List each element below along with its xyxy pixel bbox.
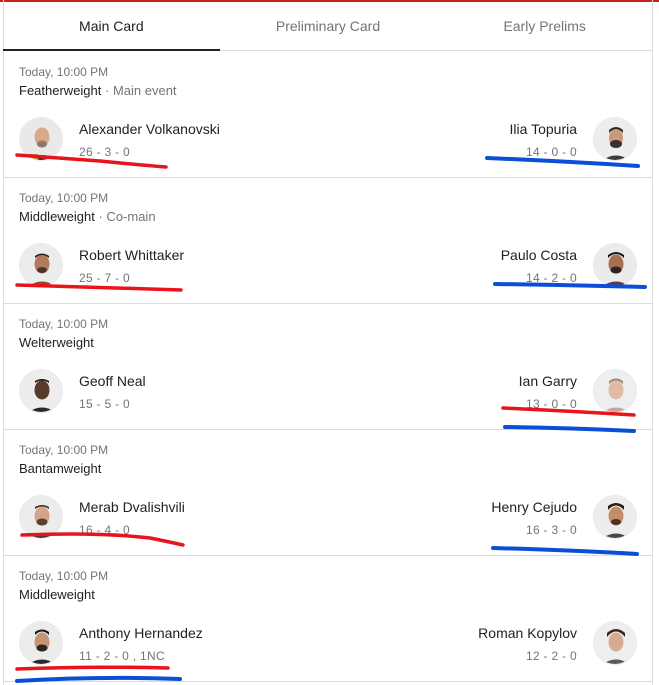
fighter-name: Geoff Neal (79, 373, 146, 389)
fighter-name: Robert Whittaker (79, 247, 185, 263)
fight-time: Today, 10:00 PM (19, 317, 109, 331)
division-name: Middleweight (19, 209, 95, 224)
division-name: Welterweight (19, 335, 94, 350)
fight-row[interactable]: Today, 10:00 PM Middleweight · Co-main R… (3, 177, 653, 304)
fighter-name: Anthony Hernandez (79, 625, 203, 641)
tab-preliminary-card[interactable]: Preliminary Card (220, 2, 437, 50)
fighter-record: 15 - 5 - 0 (79, 397, 131, 411)
fighter-record: 13 - 0 - 0 (525, 397, 577, 411)
division-name: Featherweight (19, 83, 102, 98)
fight-division: Bantamweight (19, 461, 101, 476)
fighter-headshot-icon (593, 495, 637, 539)
fighter-name: Ian Garry (518, 373, 577, 389)
fighter-record: 26 - 3 - 0 (79, 145, 131, 159)
fighter-name: Ilia Topuria (509, 121, 577, 137)
fight-row[interactable]: Today, 10:00 PM Featherweight · Main eve… (3, 51, 653, 178)
fighter-name: Paulo Costa (500, 247, 577, 263)
fight-time: Today, 10:00 PM (19, 443, 109, 457)
fighter-name: Roman Kopylov (478, 625, 577, 641)
fight-row[interactable]: Today, 10:00 PM Middleweight Anthony Her… (3, 555, 653, 682)
tab-main-card[interactable]: Main Card (3, 2, 220, 51)
fighter-record: 11 - 2 - 0 , 1NC (79, 649, 165, 663)
fight-division: Welterweight (19, 335, 94, 350)
fighter-record: 16 - 3 - 0 (525, 523, 577, 537)
fighter-name: Henry Cejudo (491, 499, 577, 515)
fighter-headshot-icon (19, 621, 63, 665)
fight-row[interactable]: Today, 10:00 PM Bantamweight Merab Dvali… (3, 429, 653, 556)
fighter-headshot-icon (19, 495, 63, 539)
tab-early-prelims[interactable]: Early Prelims (436, 2, 653, 50)
fighter-headshot-icon (593, 243, 637, 287)
fighter-headshot-icon (593, 621, 637, 665)
fighter-headshot-icon (593, 369, 637, 413)
fighter-headshot-icon (19, 117, 63, 161)
fighter-headshot-icon (19, 243, 63, 287)
division-name: Bantamweight (19, 461, 102, 476)
fight-billing-note: · Main event (101, 83, 177, 98)
fighter-record: 12 - 2 - 0 (525, 649, 577, 663)
fight-row[interactable]: Today, 10:00 PM Welterweight Geoff Neal … (3, 303, 653, 430)
card-tabs: Main Card Preliminary Card Early Prelims (3, 2, 653, 51)
fighter-headshot-icon (593, 117, 637, 161)
fight-division: Featherweight · Main event (19, 83, 177, 98)
fight-division: Middleweight (19, 587, 95, 602)
fighter-name: Merab Dvalishvili (79, 499, 185, 515)
fight-division: Middleweight · Co-main (19, 209, 156, 224)
fighter-name: Alexander Volkanovski (79, 121, 220, 137)
fighter-record: 25 - 7 - 0 (79, 271, 131, 285)
fight-time: Today, 10:00 PM (19, 191, 109, 205)
fight-time: Today, 10:00 PM (19, 65, 109, 79)
division-name: Middleweight (19, 587, 95, 602)
fighter-record: 14 - 0 - 0 (525, 145, 577, 159)
fight-billing-note: · Co-main (94, 209, 156, 224)
fighter-record: 16 - 4 - 0 (79, 523, 131, 537)
fighter-record: 14 - 2 - 0 (525, 271, 577, 285)
fight-time: Today, 10:00 PM (19, 569, 109, 583)
fighter-headshot-icon (19, 369, 63, 413)
